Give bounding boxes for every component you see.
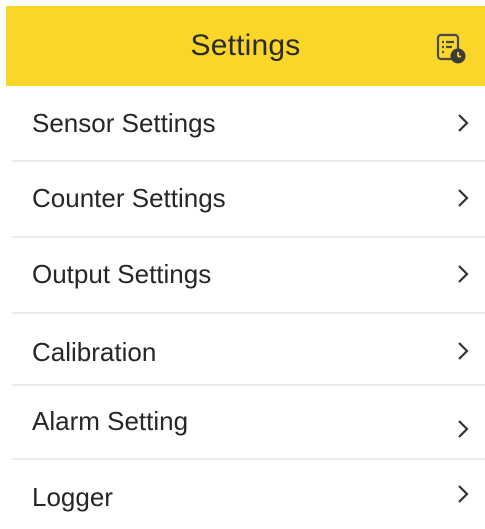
page-title: Settings xyxy=(190,29,301,62)
menu-item-output-settings[interactable]: Output Settings xyxy=(12,238,485,312)
menu-item-alarm-setting[interactable]: Alarm Setting xyxy=(12,386,485,458)
calendar-clock-icon[interactable] xyxy=(436,32,466,64)
chevron-right-icon xyxy=(456,263,470,285)
menu-item-label: Calibration xyxy=(32,337,157,367)
chevron-right-icon xyxy=(456,483,470,505)
chevron-right-icon xyxy=(456,112,470,134)
settings-screen: Settings Sensor Settings Counter Setting… xyxy=(0,0,485,529)
app-header: Settings xyxy=(6,6,485,86)
menu-item-label: Sensor Settings xyxy=(32,108,216,138)
chevron-right-icon xyxy=(456,418,470,440)
menu-item-label: Logger xyxy=(32,482,113,512)
chevron-right-icon xyxy=(456,340,470,362)
menu-item-label: Output Settings xyxy=(32,259,212,289)
menu-item-counter-settings[interactable]: Counter Settings xyxy=(12,162,485,236)
menu-item-logger[interactable]: Logger xyxy=(12,460,485,529)
menu-item-sensor-settings[interactable]: Sensor Settings xyxy=(12,86,485,160)
menu-item-calibration[interactable]: Calibration xyxy=(12,314,485,384)
menu-item-label: Counter Settings xyxy=(32,183,226,213)
menu-item-label: Alarm Setting xyxy=(32,406,189,436)
chevron-right-icon xyxy=(456,187,470,209)
